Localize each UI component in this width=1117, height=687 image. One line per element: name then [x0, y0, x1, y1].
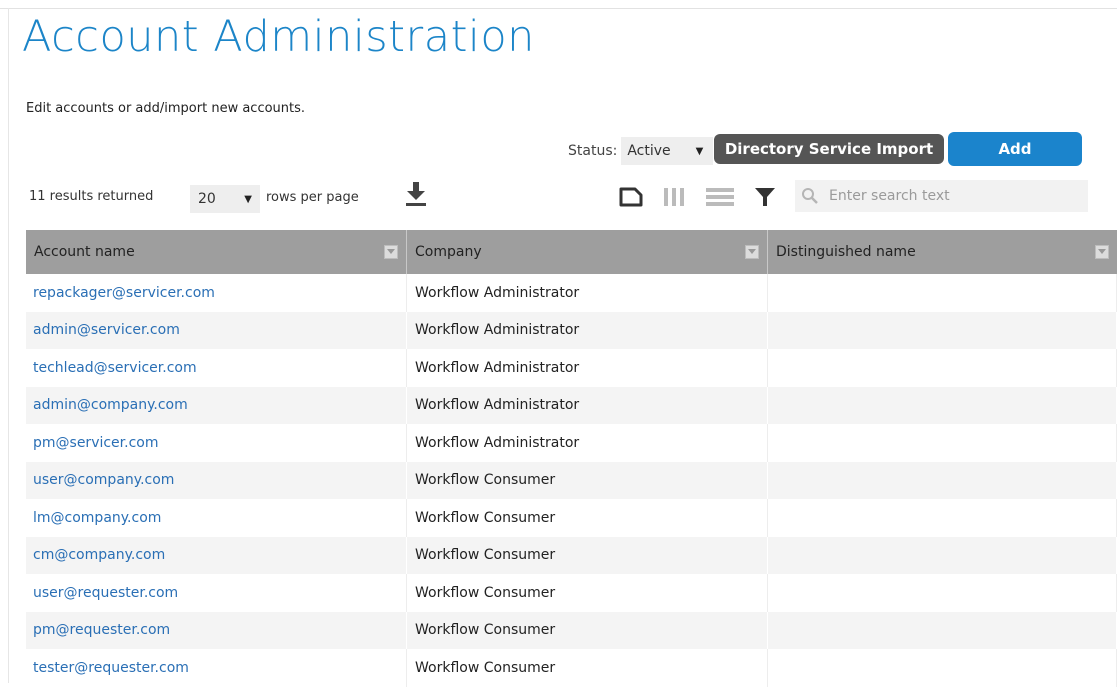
account-name-link[interactable]: admin@servicer.com — [26, 311, 407, 349]
company-cell: Workflow Consumer — [407, 611, 768, 649]
company-cell: Workflow Administrator — [407, 311, 768, 349]
search-input[interactable] — [827, 187, 1071, 205]
table-row[interactable]: admin@company.com Workflow Administrator — [26, 386, 1117, 424]
caret-down-icon: ▼ — [244, 193, 252, 205]
account-name-link[interactable]: user@company.com — [26, 461, 407, 499]
company-cell: Workflow Consumer — [407, 499, 768, 537]
column-menu-icon[interactable] — [1095, 245, 1109, 259]
distinguished-name-cell — [768, 424, 1117, 462]
account-name-link[interactable]: pm@requester.com — [26, 611, 407, 649]
column-header-account-name[interactable]: Account name — [26, 230, 407, 274]
table-row[interactable]: tester@requester.com Workflow Consumer — [26, 649, 1117, 687]
caret-down-icon: ▼ — [695, 145, 704, 157]
company-cell: Workflow Administrator — [407, 349, 768, 387]
columns-icon[interactable] — [662, 186, 686, 208]
window-top-border — [0, 0, 1117, 9]
column-menu-icon[interactable] — [745, 245, 759, 259]
column-header-label: Company — [415, 244, 482, 260]
account-name-link[interactable]: repackager@servicer.com — [26, 274, 407, 312]
distinguished-name-cell — [768, 349, 1117, 387]
distinguished-name-cell — [768, 611, 1117, 649]
company-cell: Workflow Administrator — [407, 424, 768, 462]
table-row[interactable]: user@company.com Workflow Consumer — [26, 461, 1117, 499]
status-dropdown[interactable]: Active ▼ — [621, 137, 714, 165]
distinguished-name-cell — [768, 536, 1117, 574]
column-header-label: Account name — [34, 244, 135, 260]
accounts-table: Account name Company Distinguished name … — [26, 230, 1117, 687]
distinguished-name-cell — [768, 311, 1117, 349]
table-row[interactable]: techlead@servicer.com Workflow Administra… — [26, 349, 1117, 387]
window-left-border — [8, 8, 9, 683]
distinguished-name-cell — [768, 274, 1117, 312]
filter-icon[interactable] — [753, 186, 777, 208]
table-row[interactable]: admin@servicer.com Workflow Administrator — [26, 311, 1117, 349]
distinguished-name-cell — [768, 574, 1117, 612]
table-header: Account name Company Distinguished name — [26, 230, 1117, 274]
company-cell: Workflow Consumer — [407, 649, 768, 687]
account-name-link[interactable]: pm@servicer.com — [26, 424, 407, 462]
status-value: Active — [627, 143, 671, 159]
distinguished-name-cell — [768, 461, 1117, 499]
rows-per-page-value: 20 — [198, 191, 216, 207]
add-button[interactable]: Add — [948, 132, 1082, 166]
account-name-link[interactable]: admin@company.com — [26, 386, 407, 424]
search-box[interactable] — [795, 180, 1088, 212]
directory-service-import-button[interactable]: Directory Service Import — [714, 134, 944, 164]
account-name-link[interactable]: lm@company.com — [26, 499, 407, 537]
company-cell: Workflow Administrator — [407, 386, 768, 424]
download-icon[interactable] — [403, 180, 429, 208]
company-cell: Workflow Consumer — [407, 574, 768, 612]
column-header-distinguished-name[interactable]: Distinguished name — [768, 230, 1117, 274]
column-menu-icon[interactable] — [384, 245, 398, 259]
company-cell: Workflow Consumer — [407, 536, 768, 574]
distinguished-name-cell — [768, 386, 1117, 424]
table-row[interactable]: user@requester.com Workflow Consumer — [26, 574, 1117, 612]
account-name-link[interactable]: user@requester.com — [26, 574, 407, 612]
page-title: Account Administration — [22, 12, 535, 62]
results-count: 11 results returned — [29, 189, 154, 204]
column-header-company[interactable]: Company — [407, 230, 768, 274]
status-filter: Status: Active ▼ — [568, 137, 714, 165]
table-body: repackager@servicer.com Workflow Administ… — [26, 274, 1117, 687]
account-name-link[interactable]: cm@company.com — [26, 536, 407, 574]
table-row[interactable]: repackager@servicer.com Workflow Administ… — [26, 274, 1117, 312]
page-icon[interactable] — [618, 186, 644, 208]
account-name-link[interactable]: techlead@servicer.com — [26, 349, 407, 387]
rows-per-page-label: rows per page — [266, 190, 359, 205]
table-row[interactable]: pm@servicer.com Workflow Administrator — [26, 424, 1117, 462]
search-icon — [802, 188, 818, 204]
rows-per-page-dropdown[interactable]: 20 ▼ — [190, 185, 260, 213]
table-row[interactable]: pm@requester.com Workflow Consumer — [26, 611, 1117, 649]
status-label: Status: — [568, 143, 618, 159]
company-cell: Workflow Administrator — [407, 274, 768, 312]
page-subtitle: Edit accounts or add/import new accounts… — [26, 101, 306, 116]
rows-icon[interactable] — [704, 186, 736, 208]
account-name-link[interactable]: tester@requester.com — [26, 649, 407, 687]
distinguished-name-cell — [768, 499, 1117, 537]
column-header-label: Distinguished name — [776, 244, 916, 260]
company-cell: Workflow Consumer — [407, 461, 768, 499]
table-row[interactable]: lm@company.com Workflow Consumer — [26, 499, 1117, 537]
table-row[interactable]: cm@company.com Workflow Consumer — [26, 536, 1117, 574]
distinguished-name-cell — [768, 649, 1117, 687]
